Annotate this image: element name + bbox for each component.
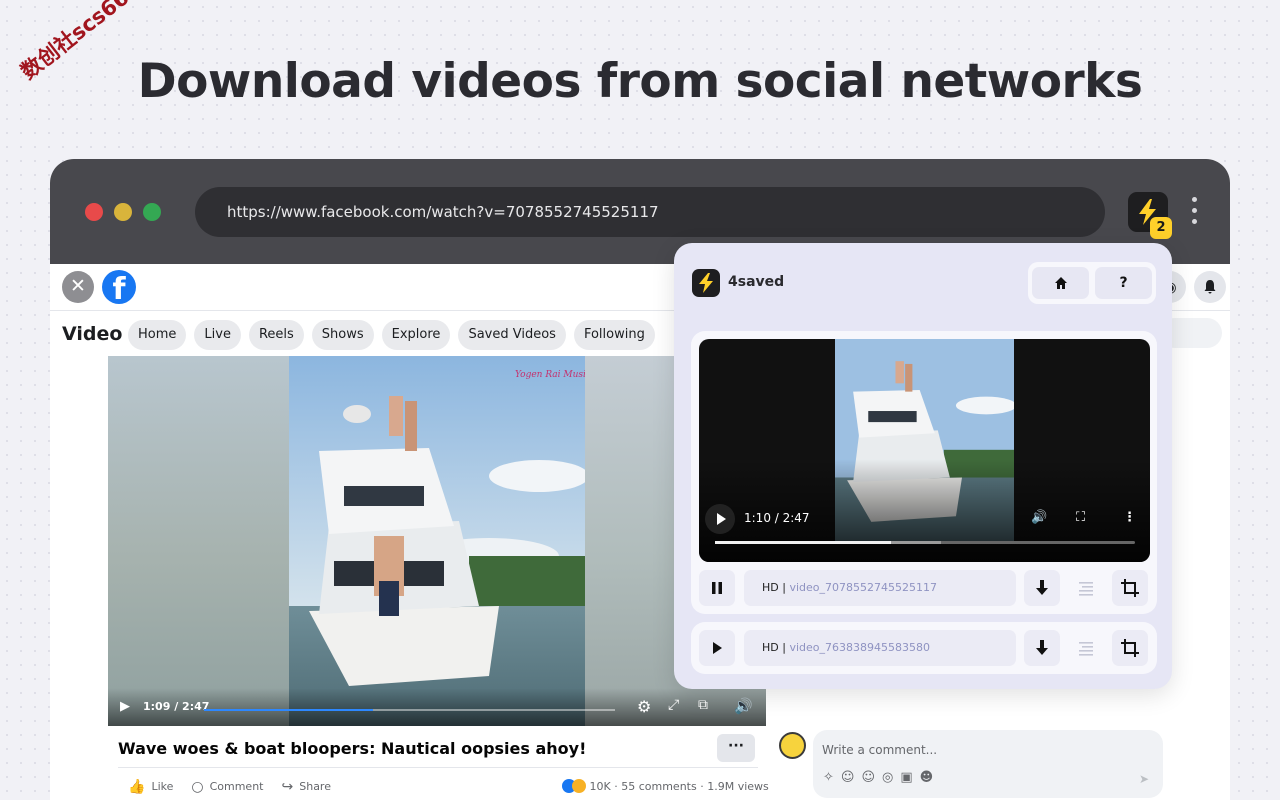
download-button[interactable] [1024,630,1060,666]
preview-progress-fill [715,541,892,544]
send-icon[interactable]: ➤ [1139,772,1149,786]
play-icon[interactable]: ▶ [120,699,130,714]
crop-button[interactable] [1112,630,1148,666]
video-tabs: Home Live Reels Shows Explore Saved Vide… [128,320,655,350]
share-button[interactable]: ↪ Share [282,779,331,795]
preview-time: 1:10 / 2:47 [744,511,810,525]
like-label: Like [151,780,174,793]
tab-saved-videos[interactable]: Saved Videos [458,320,566,350]
preview-player[interactable]: 1:10 / 2:47 🔊 ⛶ ⋮ [699,339,1150,562]
crop-icon [1121,579,1139,597]
fullscreen-icon[interactable]: ⛶ [1076,510,1085,525]
tab-explore[interactable]: Explore [381,320,451,350]
play-button[interactable] [699,630,735,666]
volume-icon[interactable]: 🔊 [1031,510,1047,525]
thumbs-up-icon: 👍 [128,779,146,795]
video-controls: ▶ 1:09 / 2:47 ⚙ ⤢ ⧉ 🔊 [108,688,766,726]
address-bar[interactable]: https://www.facebook.com/watch?v=7078552… [195,187,1105,237]
play-icon [717,513,726,525]
like-button[interactable]: 👍 Like [128,779,173,795]
comment-button[interactable]: ○ Comment [191,779,263,795]
close-icon[interactable]: ✕ [62,271,94,303]
comment-count[interactable]: 55 comments [621,780,697,793]
pause-button[interactable] [699,570,735,606]
comment-bubble-icon: ○ [191,779,204,795]
share-label: Share [299,780,331,793]
haha-reaction-icon [572,779,586,793]
quality-label: HD | [762,641,786,654]
more-vertical-icon[interactable]: ⋮ [1123,510,1136,525]
notifications-bell-icon[interactable] [1194,271,1226,303]
download-arrow-icon [1036,580,1048,595]
volume-icon[interactable]: 🔊 [734,697,753,715]
comment-box[interactable]: Write a comment... ✧☺☺◎▣☻ ➤ [813,730,1163,798]
home-button[interactable] [1032,267,1089,299]
post-title: Wave woes & boat bloopers: Nautical oops… [118,739,587,758]
4saved-logo-icon [692,269,720,297]
video-time: 1:09 / 2:47 [143,700,210,713]
download-card: HD | video_763838945583580 [691,622,1157,674]
list-icon [1079,642,1093,656]
download-card-active: 1:10 / 2:47 🔊 ⛶ ⋮ HD | video_70785527455… [691,331,1157,614]
popup-nav: ? [1028,262,1156,304]
video-blur-left [108,356,289,726]
video-file-label: HD | video_7078552745525117 [744,570,1016,606]
comment-tools-icons[interactable]: ✧☺☺◎▣☻ [823,770,940,785]
home-icon [1054,277,1067,289]
more-options-button[interactable]: ··· [717,734,755,762]
video-section-title: Video [62,323,123,345]
close-window-button[interactable] [85,203,103,221]
tab-shows[interactable]: Shows [311,320,374,350]
tab-live[interactable]: Live [194,320,241,350]
post-divider [118,767,758,768]
video-player[interactable]: Yogen Rai Music ▶ 1:09 / 2:47 ⚙ ⤢ ⧉ 🔊 [108,356,766,726]
video-file-label: HD | video_763838945583580 [744,630,1016,666]
crop-icon [1121,639,1139,657]
popup-brand-name: 4saved [728,274,785,290]
user-avatar [779,732,806,759]
playlist-button[interactable] [1068,630,1104,666]
preview-play-button[interactable] [705,504,735,534]
4saved-popup: 4saved ? 1:10 / 2:47 🔊 ⛶ ⋮ HD | video_70… [674,243,1172,689]
video-watermark: Yogen Rai Music [515,370,585,380]
extension-count-badge: 2 [1150,217,1172,239]
tab-reels[interactable]: Reels [248,320,304,350]
miniplayer-icon[interactable]: ⧉ [698,697,708,713]
page-headline: Download videos from social networks [137,54,1143,109]
settings-gear-icon[interactable]: ⚙ [637,697,651,716]
fullscreen-expand-icon[interactable]: ⤢ [668,697,679,713]
video-progress-bar[interactable] [204,709,615,711]
browser-menu-icon[interactable] [1190,197,1198,227]
view-count: 1.9M views [707,780,769,793]
play-icon [713,642,722,654]
quality-label: HD | [762,581,786,594]
list-icon [1079,582,1093,596]
preview-progress-bar[interactable] [715,541,1135,544]
video-progress-fill [204,709,373,711]
filename-label: video_763838945583580 [789,641,930,654]
maximize-window-button[interactable] [143,203,161,221]
minimize-window-button[interactable] [114,203,132,221]
pause-icon [712,582,722,594]
download-row: HD | video_763838945583580 [699,630,1150,666]
tab-following[interactable]: Following [573,320,655,350]
video-frame-image: Yogen Rai Music [289,356,585,726]
comment-label: Comment [209,780,264,793]
tab-home[interactable]: Home [128,320,187,350]
comment-input[interactable]: Write a comment... [822,743,937,757]
share-arrow-icon: ↪ [281,779,294,795]
filename-label: video_7078552745525117 [789,581,937,594]
reaction-count[interactable]: 10K [590,780,611,793]
facebook-logo-icon[interactable]: f [102,270,136,304]
help-button[interactable]: ? [1095,267,1152,299]
post-stats: 10K · 55 comments · 1.9M views [562,779,769,793]
download-button[interactable] [1024,570,1060,606]
download-arrow-icon [1036,640,1048,655]
download-row: HD | video_7078552745525117 [699,570,1150,606]
post-actions: 👍 Like ○ Comment ↪ Share [128,779,331,795]
playlist-button[interactable] [1068,570,1104,606]
crop-button[interactable] [1112,570,1148,606]
